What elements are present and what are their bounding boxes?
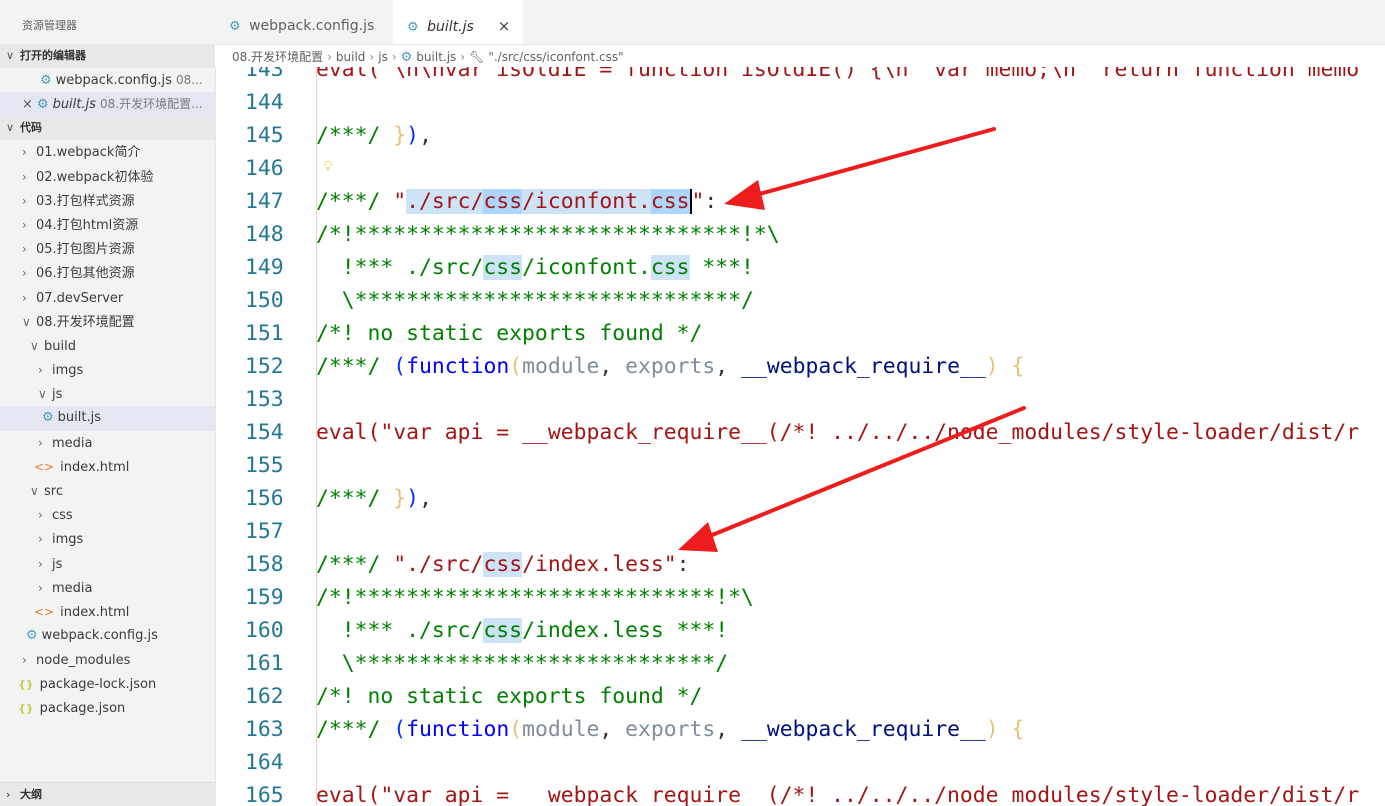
annotation-arrow [678, 406, 1026, 552]
annotation-arrows [678, 127, 1026, 552]
annotation-arrow [724, 127, 996, 210]
